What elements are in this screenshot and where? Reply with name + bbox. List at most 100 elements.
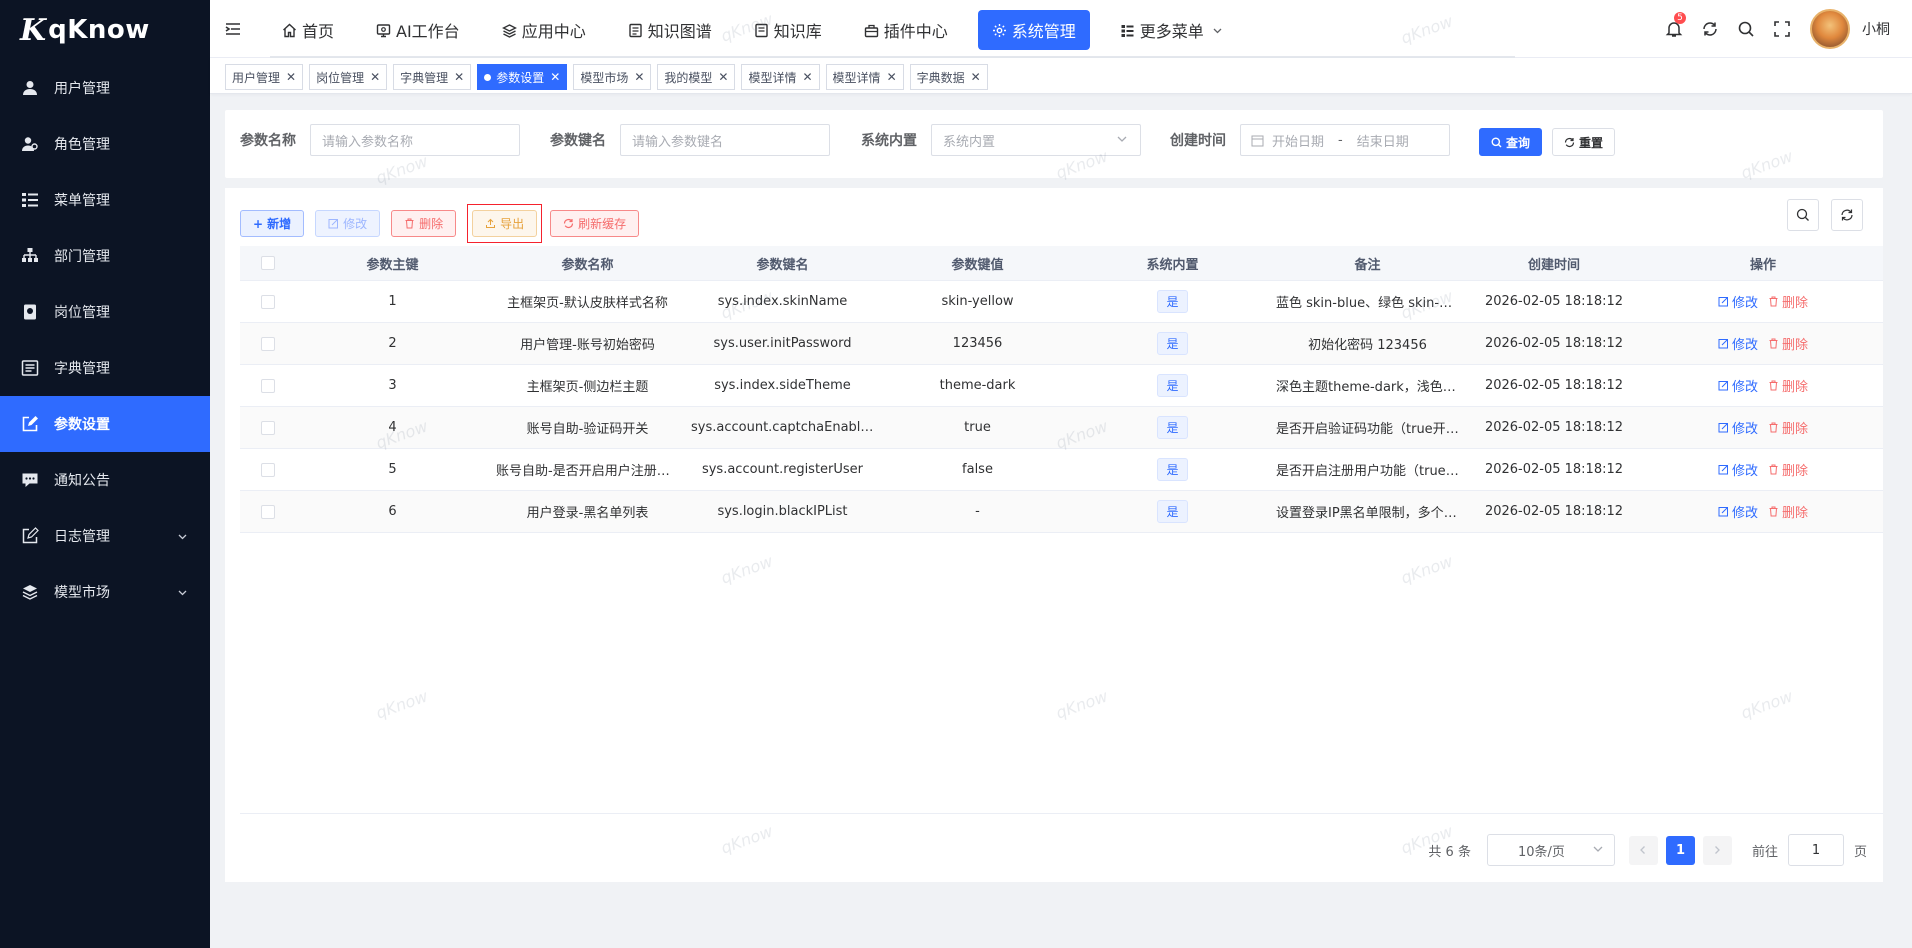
collapse-sidebar-icon[interactable] — [224, 20, 244, 40]
row-edit-link[interactable]: 修改 — [1718, 376, 1758, 395]
col-header: 操作 — [1749, 257, 1776, 273]
sidebar-item[interactable]: 通知公告 — [0, 452, 210, 508]
tab-tag[interactable]: 字典数据 ✕ — [909, 64, 988, 90]
sidebar-item[interactable]: 字典管理 — [0, 340, 210, 396]
delete-button[interactable]: 删除 — [391, 210, 457, 237]
calendar-icon — [1251, 134, 1264, 147]
tab-tag[interactable]: 模型详情 ✕ — [825, 64, 904, 90]
topnav-item[interactable]: AI工作台 — [364, 10, 472, 50]
trash-icon — [1768, 422, 1779, 433]
sidebar-item[interactable]: 模型市场 — [0, 564, 210, 620]
topnav-item[interactable]: 知识图谱 — [616, 10, 724, 50]
builtin-select[interactable]: 系统内置 — [931, 124, 1141, 156]
sidebar-item[interactable]: 角色管理 — [0, 116, 210, 172]
search-icon[interactable] — [1728, 9, 1764, 49]
table-cell-value: skin-yellow — [941, 294, 1014, 309]
topnav-item[interactable]: 知识库 — [742, 10, 834, 50]
row-delete-link[interactable]: 删除 — [1768, 376, 1808, 395]
row-delete-link[interactable]: 删除 — [1768, 334, 1808, 353]
page-size-select[interactable]: 10条/页 — [1486, 834, 1615, 866]
next-page-button[interactable] — [1702, 835, 1732, 865]
close-icon[interactable]: ✕ — [887, 70, 897, 84]
table-cell-created: 2026-02-05 18:18:12 — [1484, 504, 1624, 519]
row-edit-link[interactable]: 修改 — [1718, 502, 1758, 521]
export-button[interactable]: 导出 — [472, 210, 538, 237]
param-name-input[interactable]: 请输入参数名称 — [310, 124, 520, 156]
row-edit-link[interactable]: 修改 — [1718, 292, 1758, 311]
topnav-item[interactable]: 插件中心 — [852, 10, 960, 50]
edit-icon — [20, 414, 40, 434]
close-icon[interactable]: ✕ — [454, 70, 464, 84]
fullscreen-icon[interactable] — [1764, 9, 1800, 49]
bell-icon[interactable]: 5 — [1656, 9, 1692, 49]
row-checkbox[interactable] — [260, 378, 275, 393]
tab-tag[interactable]: 模型详情 ✕ — [741, 64, 820, 90]
close-icon[interactable]: ✕ — [286, 70, 296, 84]
table-cell-name: 用户登录-黑名单列表 — [526, 506, 649, 521]
tab-tag[interactable]: 模型市场 ✕ — [573, 64, 652, 90]
param-key-input[interactable]: 请输入参数键名 — [620, 124, 830, 156]
close-icon[interactable]: ✕ — [802, 70, 812, 84]
row-checkbox[interactable] — [260, 420, 275, 435]
row-actions-cell: 修改 删除 — [1643, 460, 1883, 479]
row-checkbox[interactable] — [260, 294, 275, 309]
edit-button[interactable]: 修改 — [315, 210, 381, 237]
sidebar-item[interactable]: 用户管理 — [0, 60, 210, 116]
toggle-search-button[interactable] — [1787, 199, 1819, 231]
row-checkbox[interactable] — [260, 504, 275, 519]
sidebar-item[interactable]: 部门管理 — [0, 228, 210, 284]
close-icon[interactable]: ✕ — [634, 70, 644, 84]
reset-button[interactable]: 重置 — [1552, 128, 1616, 156]
row-edit-link[interactable]: 修改 — [1718, 334, 1758, 353]
sidebar-item[interactable]: 日志管理 — [0, 508, 210, 564]
row-edit-link[interactable]: 修改 — [1718, 460, 1758, 479]
export-label: 导出 — [500, 217, 525, 231]
row-delete-link[interactable]: 删除 — [1768, 502, 1808, 521]
refresh-icon[interactable] — [1692, 9, 1728, 49]
page-number-current[interactable]: 1 — [1665, 835, 1695, 865]
sidebar-item[interactable]: 岗位管理 — [0, 284, 210, 340]
select-all-cell — [240, 256, 295, 270]
goto-page-input[interactable]: 1 — [1787, 834, 1844, 866]
query-button[interactable]: 查询 — [1479, 128, 1543, 156]
trash-icon — [1768, 296, 1779, 307]
tab-tag[interactable]: 字典管理 ✕ — [393, 64, 472, 90]
table-cell-builtin: 是 — [1075, 416, 1270, 439]
username[interactable]: 小桐 — [1862, 19, 1890, 39]
topnav-item[interactable]: 应用中心 — [490, 10, 598, 50]
sidebar-item[interactable]: 菜单管理 — [0, 172, 210, 228]
close-icon[interactable]: ✕ — [718, 70, 728, 84]
tab-tag[interactable]: 我的模型 ✕ — [657, 64, 736, 90]
sidebar-item[interactable]: 参数设置 — [0, 396, 210, 452]
row-delete-link[interactable]: 删除 — [1768, 418, 1808, 437]
row-delete-link[interactable]: 删除 — [1768, 460, 1808, 479]
row-checkbox[interactable] — [260, 462, 275, 477]
row-checkbox[interactable] — [260, 336, 275, 351]
builtin-placeholder: 系统内置 — [943, 134, 996, 150]
topnav-item[interactable]: 首页 — [270, 10, 346, 50]
avatar[interactable] — [1810, 9, 1850, 49]
tab-tag[interactable]: 用户管理 ✕ — [225, 64, 304, 90]
search-actions: 查询 重置 — [1479, 128, 1616, 156]
prev-page-button[interactable] — [1628, 835, 1658, 865]
add-button[interactable]: + 新增 — [240, 210, 305, 237]
date-range-picker[interactable]: 开始日期 - 结束日期 — [1240, 124, 1450, 156]
tab-tag[interactable]: 岗位管理 ✕ — [309, 64, 388, 90]
total-count: 共 6 条 — [1428, 844, 1471, 860]
close-icon[interactable]: ✕ — [971, 70, 981, 84]
page-size-value: 10条/页 — [1517, 844, 1565, 860]
topnav-item[interactable]: 更多菜单 — [1108, 10, 1235, 50]
app-logo[interactable]: K qKnow — [0, 0, 210, 60]
refresh-cache-button[interactable]: 刷新缓存 — [550, 210, 640, 237]
topnav-item-label: 知识库 — [773, 22, 822, 41]
close-icon[interactable]: ✕ — [550, 70, 560, 84]
topnav-item[interactable]: 系统管理 — [977, 10, 1090, 50]
close-icon[interactable]: ✕ — [370, 70, 380, 84]
row-delete-link[interactable]: 删除 — [1768, 292, 1808, 311]
edit-label: 修改 — [343, 217, 368, 231]
row-edit-link[interactable]: 修改 — [1718, 418, 1758, 437]
param-name-field: 参数名称 请输入参数名称 — [240, 124, 520, 156]
refresh-table-button[interactable] — [1831, 199, 1863, 231]
tab-tag[interactable]: 参数设置 ✕ — [477, 64, 568, 90]
select-all-checkbox[interactable] — [260, 256, 275, 270]
